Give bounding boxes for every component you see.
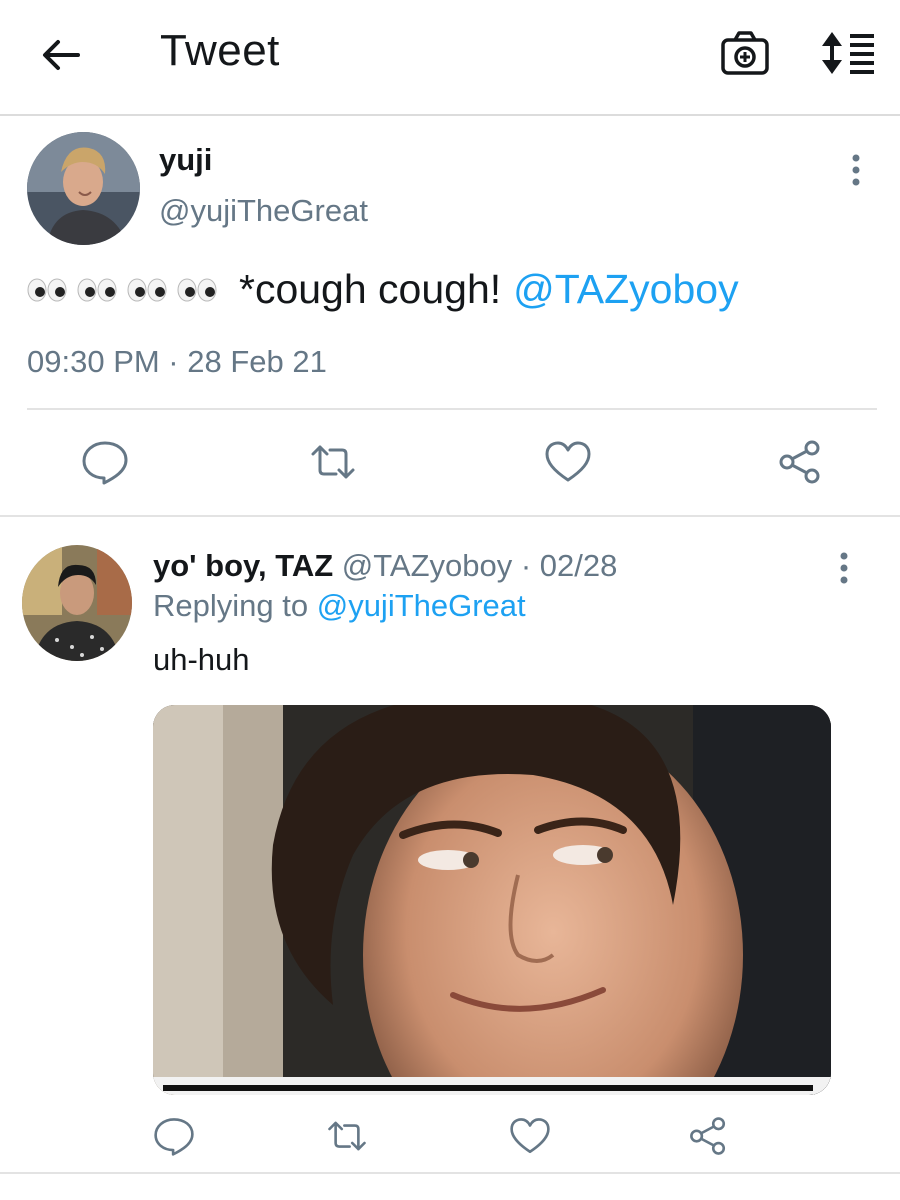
- replying-to-handle[interactable]: @yujiTheGreat: [317, 588, 526, 623]
- reply-icon[interactable]: [80, 438, 130, 486]
- like-heart-icon[interactable]: [543, 438, 593, 486]
- mention-link[interactable]: @TAZyoboy: [513, 266, 738, 313]
- author-name[interactable]: yo' boy, TAZ: [153, 548, 333, 583]
- avatar[interactable]: [22, 545, 132, 661]
- reply-icon[interactable]: [152, 1115, 196, 1157]
- share-icon[interactable]: [686, 1115, 730, 1157]
- like-heart-icon[interactable]: [508, 1115, 552, 1157]
- author-name[interactable]: yuji: [159, 142, 212, 178]
- divider: [0, 515, 900, 517]
- top-bar: Tweet: [0, 0, 900, 116]
- replying-to: Replying to @yujiTheGreat: [153, 588, 526, 624]
- reply-header: yo' boy, TAZ @TAZyoboy · 02/28: [153, 548, 617, 584]
- sort-icon[interactable]: [820, 30, 878, 76]
- eyes-emoji-icon: [27, 278, 217, 301]
- back-arrow-icon[interactable]: [38, 32, 84, 78]
- author-handle-date[interactable]: @TAZyoboy · 02/28: [342, 548, 618, 583]
- meme-image: [153, 705, 831, 1095]
- retweet-icon[interactable]: [308, 438, 358, 486]
- camera-icon[interactable]: [718, 28, 772, 78]
- more-options-icon[interactable]: [828, 548, 860, 588]
- page-title: Tweet: [160, 26, 280, 75]
- author-handle[interactable]: @yujiTheGreat: [159, 193, 368, 229]
- divider: [27, 408, 877, 410]
- tweet-timestamp: 09:30 PM · 28 Feb 21: [27, 344, 327, 379]
- reply-text: uh-huh: [153, 642, 250, 677]
- replying-to-label: Replying to: [153, 588, 309, 623]
- media-image[interactable]: [153, 705, 831, 1095]
- retweet-icon[interactable]: [325, 1115, 369, 1157]
- more-options-icon[interactable]: [840, 150, 872, 190]
- tweet-text: *cough cough! @TAZyoboy: [27, 266, 739, 313]
- avatar[interactable]: [27, 132, 140, 245]
- share-icon[interactable]: [775, 438, 825, 486]
- eyes-emoji-group: [27, 277, 227, 303]
- tweet-text-content: *cough cough!: [239, 266, 502, 312]
- divider: [0, 1172, 900, 1174]
